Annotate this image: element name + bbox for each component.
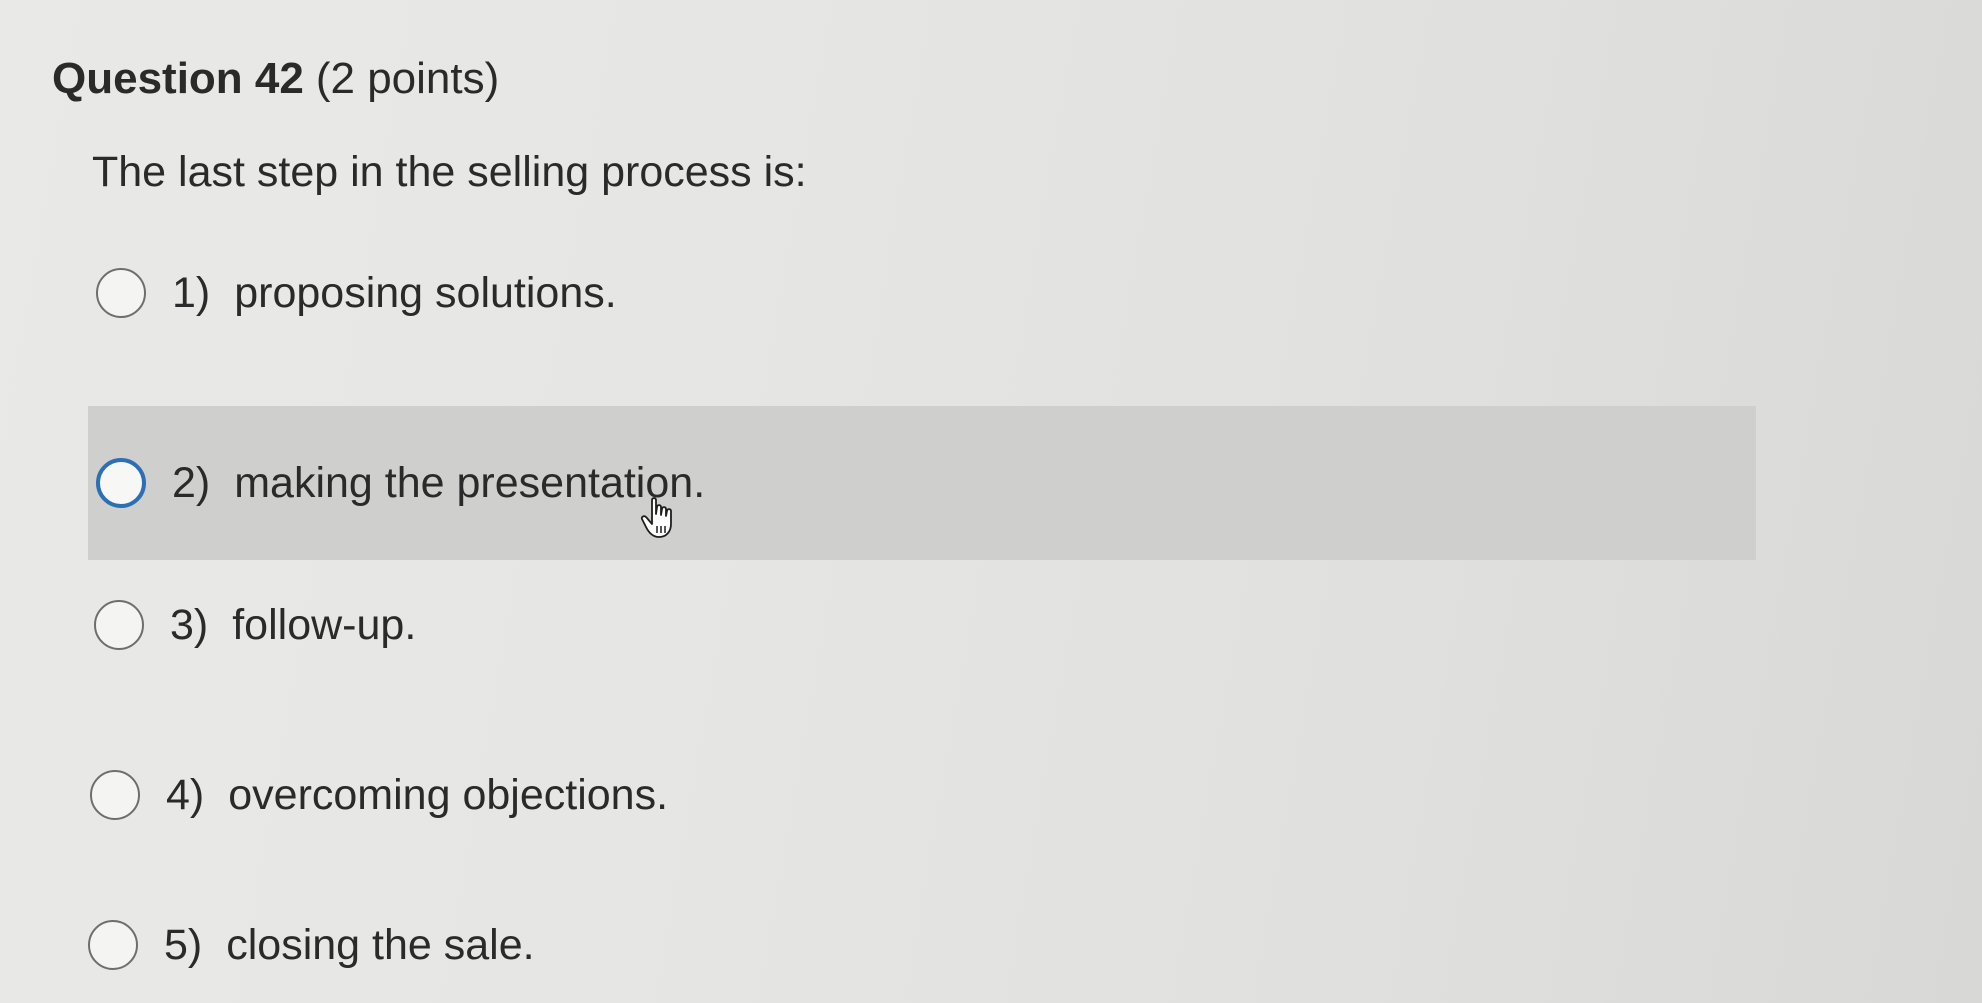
option-number: 1)	[172, 269, 211, 317]
option-label: proposing solutions.	[234, 269, 617, 317]
answer-option-3[interactable]: 3) follow-up.	[94, 590, 436, 660]
answer-options: 1) proposing solutions. 2) making the pr…	[0, 0, 1982, 1003]
option-label: making the presentation.	[234, 459, 706, 507]
radio-button-5[interactable]	[88, 920, 138, 970]
option-label: closing the sale.	[226, 921, 535, 969]
hand-pointer-icon	[640, 497, 672, 538]
option-number: 3)	[170, 601, 209, 649]
option-number: 5)	[164, 921, 203, 969]
radio-button-4[interactable]	[90, 770, 140, 820]
option-label: overcoming objections.	[228, 771, 669, 819]
radio-button-3[interactable]	[94, 600, 144, 650]
answer-option-4[interactable]: 4) overcoming objections.	[90, 760, 688, 830]
answer-option-1[interactable]: 1) proposing solutions.	[96, 258, 637, 328]
radio-button-1[interactable]	[96, 268, 146, 318]
answer-option-2[interactable]: 2) making the presentation.	[88, 406, 1756, 560]
option-number: 2)	[172, 459, 211, 507]
radio-button-2[interactable]	[96, 458, 146, 508]
option-label: follow-up.	[232, 601, 417, 649]
answer-option-5[interactable]: 5) closing the sale.	[88, 910, 555, 980]
option-number: 4)	[166, 771, 205, 819]
